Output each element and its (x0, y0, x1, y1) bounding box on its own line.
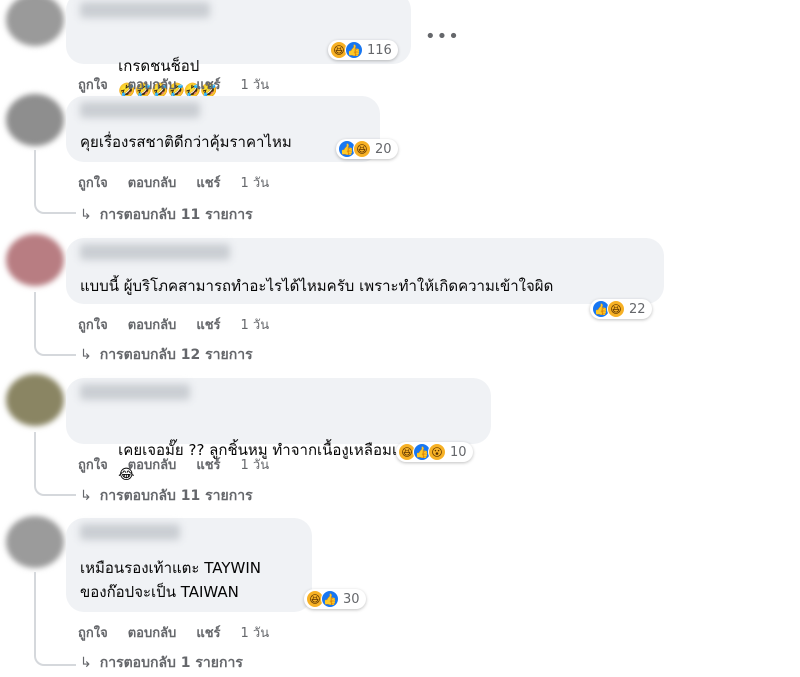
timestamp[interactable]: 1 วัน (241, 454, 270, 475)
reply-button[interactable]: ตอบกลับ (128, 172, 177, 193)
share-button[interactable]: แชร์ (196, 454, 220, 475)
comment-actions: ถูกใจ ตอบกลับ แชร์ 1 วัน (78, 454, 289, 475)
comment-bubble: เหมือนรองเท้าแตะ TAYWIN ของก๊อปจะเป็น TA… (66, 518, 312, 612)
comment-text-body: เกรดชนช็อป (118, 57, 200, 75)
avatar[interactable] (6, 0, 64, 46)
view-replies-link[interactable]: ↳ การตอบกลับ 12 รายการ (80, 344, 253, 366)
reaction-summary[interactable]: 👍 😆 20 (336, 139, 398, 159)
timestamp[interactable]: 1 วัน (241, 622, 270, 643)
share-button[interactable]: แชร์ (196, 622, 220, 643)
thread-connector (34, 292, 76, 356)
view-replies-link[interactable]: ↳ การตอบกลับ 1 รายการ (80, 652, 243, 674)
reply-button[interactable]: ตอบกลับ (128, 454, 177, 475)
author-name[interactable] (80, 102, 200, 118)
replies-label: การตอบกลับ 12 รายการ (99, 347, 253, 363)
reply-arrow-icon: ↳ (80, 207, 92, 223)
comment-text-line-2: ของก๊อปจะเป็น TAIWAN (80, 583, 239, 601)
reaction-count: 10 (450, 444, 467, 460)
author-name[interactable] (80, 384, 190, 400)
view-replies-link[interactable]: ↳ การตอบกลับ 11 รายการ (80, 204, 253, 226)
comment-thread: เกรดชนช็อป 🤣🤣🤣🤣🤣🤣 😆 👍 116 ••• ถูกใจ ตอบก… (0, 0, 800, 677)
comment-actions: ถูกใจ ตอบกลับ แชร์ 1 วัน (78, 622, 289, 643)
like-button[interactable]: ถูกใจ (78, 454, 108, 475)
avatar[interactable] (6, 94, 64, 146)
avatar[interactable] (6, 374, 64, 426)
timestamp[interactable]: 1 วัน (241, 172, 270, 193)
replies-label: การตอบกลับ 11 รายการ (99, 207, 253, 223)
avatar[interactable] (6, 234, 64, 286)
timestamp[interactable]: 1 วัน (241, 314, 270, 335)
replies-label: การตอบกลับ 11 รายการ (99, 488, 253, 504)
reaction-summary[interactable]: 😆 👍 116 (328, 40, 398, 60)
share-button[interactable]: แชร์ (196, 172, 220, 193)
reaction-summary[interactable]: 😆 👍 30 (304, 589, 366, 609)
comment-bubble: เคยเจอมั๊ย ?? ลูกชิ้นหมู ทำจากเนื้องูเหล… (66, 378, 491, 483)
comment-actions: ถูกใจ ตอบกลับ แชร์ 1 วัน (78, 314, 289, 335)
comment-text: คุยเรื่องรสชาติดีกว่าคุ้มราคาไหม (80, 133, 292, 151)
share-button[interactable]: แชร์ (196, 74, 220, 95)
timestamp[interactable]: 1 วัน (241, 74, 270, 95)
comment-bubble: คุยเรื่องรสชาติดีกว่าคุ้มราคาไหม (66, 96, 380, 162)
author-name[interactable] (80, 524, 180, 540)
reaction-count: 22 (629, 301, 646, 317)
more-icon[interactable]: ••• (425, 26, 460, 47)
like-icon: 👍 (345, 41, 363, 59)
author-name[interactable] (80, 244, 230, 260)
comment-actions: ถูกใจ ตอบกลับ แชร์ 1 วัน (78, 74, 289, 95)
reply-button[interactable]: ตอบกลับ (128, 622, 177, 643)
reaction-count: 116 (367, 42, 392, 58)
thread-connector (34, 572, 76, 666)
reply-arrow-icon: ↳ (80, 655, 92, 671)
replies-label: การตอบกลับ 1 รายการ (99, 655, 243, 671)
like-button[interactable]: ถูกใจ (78, 314, 108, 335)
comment-actions: ถูกใจ ตอบกลับ แชร์ 1 วัน (78, 172, 289, 193)
reply-button[interactable]: ตอบกลับ (128, 314, 177, 335)
comment-text-line-1: เหมือนรองเท้าแตะ TAYWIN (80, 559, 261, 577)
thread-connector (34, 432, 76, 496)
comment-text: แบบนี้ ผู้บริโภคสามารถทำอะไรได้ไหมครับ เ… (80, 277, 554, 295)
like-icon: 👍 (321, 590, 339, 608)
reply-arrow-icon: ↳ (80, 347, 92, 363)
like-button[interactable]: ถูกใจ (78, 172, 108, 193)
reaction-summary[interactable]: 😆 👍 😮 10 (396, 442, 473, 462)
reaction-count: 30 (343, 591, 360, 607)
haha-icon: 😆 (353, 140, 371, 158)
author-name[interactable] (80, 2, 210, 18)
view-replies-link[interactable]: ↳ การตอบกลับ 11 รายการ (80, 485, 253, 507)
haha-icon: 😆 (607, 300, 625, 318)
avatar[interactable] (6, 516, 64, 568)
comment-bubble: แบบนี้ ผู้บริโภคสามารถทำอะไรได้ไหมครับ เ… (66, 238, 664, 304)
reaction-summary[interactable]: 👍 😆 22 (590, 299, 652, 319)
wow-icon: 😮 (428, 443, 446, 461)
like-button[interactable]: ถูกใจ (78, 74, 108, 95)
share-button[interactable]: แชร์ (196, 314, 220, 335)
reply-button[interactable]: ตอบกลับ (128, 74, 177, 95)
reply-arrow-icon: ↳ (80, 488, 92, 504)
reaction-count: 20 (375, 141, 392, 157)
thread-connector (34, 150, 76, 214)
like-button[interactable]: ถูกใจ (78, 622, 108, 643)
